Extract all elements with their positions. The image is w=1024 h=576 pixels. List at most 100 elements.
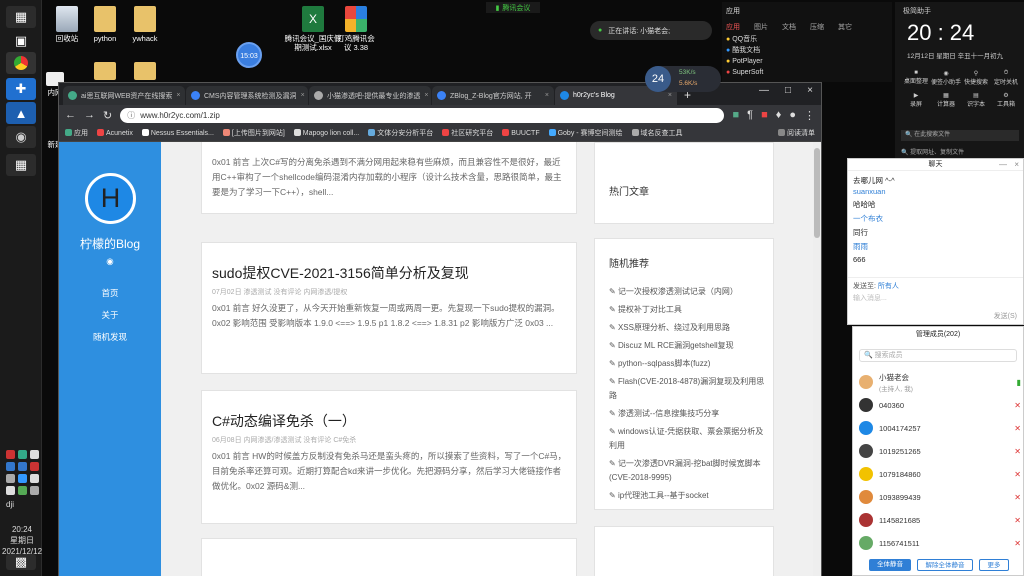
minimize-icon[interactable]: — xyxy=(999,160,1007,169)
close-window-icon[interactable]: × xyxy=(807,85,813,96)
taskbar-clock[interactable]: 20:24 星期日 2021/12/12 xyxy=(2,524,42,557)
post-title[interactable]: sudo提权CVE-2021-3156简单分析及复现 xyxy=(212,263,469,283)
speaking-indicator[interactable]: ● 正在讲话: 小猫老会; xyxy=(590,21,712,40)
browser-tab[interactable]: 小猫渗透吧-提供最专业的渗透 × xyxy=(309,86,431,105)
tool-button[interactable]: ■ 桌面整理 xyxy=(901,70,931,86)
close-tab-icon[interactable]: × xyxy=(424,92,428,99)
reload-icon[interactable]: ↻ xyxy=(103,109,112,122)
tool-button[interactable]: ▶ 录屏 xyxy=(901,92,931,108)
mic-muted-icon[interactable]: ✕ xyxy=(1014,539,1021,548)
browser-tab[interactable]: ZBlog_Z-Blog官方网站, 开 × xyxy=(432,86,554,105)
category-tab[interactable]: 文档 xyxy=(782,22,796,32)
start-menu-icon[interactable]: ▦ xyxy=(6,6,36,28)
minimize-icon[interactable]: — xyxy=(759,85,769,96)
extension-icon-1[interactable]: ■ xyxy=(732,109,739,121)
tool-button[interactable]: ◉ 便签小助手 xyxy=(931,70,961,86)
mic-muted-icon[interactable]: ✕ xyxy=(1014,401,1021,410)
random-item[interactable]: ✎ windows认证-凭据获取、票会票据分析及利用 xyxy=(609,425,769,453)
mic-muted-icon[interactable]: ✕ xyxy=(1014,447,1021,456)
extension-icon-2[interactable]: ¶ xyxy=(747,109,753,121)
random-item[interactable]: ✎ Discuz ML RCE漏洞getshell复现 xyxy=(609,339,769,353)
mute-all-button[interactable]: 全体静音 xyxy=(869,559,911,571)
tray-icon-10[interactable] xyxy=(6,486,15,495)
desktop-icon-tencent-meeting[interactable]: 打鸡腾讯会议 3.38 xyxy=(334,6,378,52)
desktop-icon-folder-3[interactable] xyxy=(120,62,170,82)
bookmark-item[interactable]: Nessus Essentials... xyxy=(141,129,214,137)
member-row[interactable]: 小猫老会 (主持人, 我) ▮ xyxy=(859,369,1021,395)
app-list-item[interactable]: ● PotPlayer xyxy=(726,56,763,67)
member-row[interactable]: 1079184860 ✕ xyxy=(859,464,1021,484)
mic-muted-icon[interactable]: ✕ xyxy=(1014,516,1021,525)
unmute-all-button[interactable]: 解除全体静音 xyxy=(917,559,973,571)
random-item[interactable]: ✎ XSS原理分析、绕过及利用思路 xyxy=(609,321,769,335)
mic-on-icon[interactable]: ▮ xyxy=(1017,378,1021,387)
random-item[interactable]: ✎ python--sqlpass脚本(fuzz) xyxy=(609,357,769,371)
category-tab[interactable]: 应用 xyxy=(726,22,740,32)
maximize-icon[interactable]: □ xyxy=(785,85,791,96)
desktop-icon-ywhack[interactable]: ywhack xyxy=(120,6,170,43)
profile-avatar-icon[interactable]: ● xyxy=(789,109,796,121)
blog-avatar[interactable]: H xyxy=(85,173,136,224)
bookmark-item[interactable]: BUUCTF xyxy=(502,129,540,137)
mic-muted-icon[interactable]: ✕ xyxy=(1014,424,1021,433)
chrome-icon[interactable] xyxy=(6,52,36,74)
ime-indicator[interactable]: dji xyxy=(6,500,14,509)
close-icon[interactable]: × xyxy=(1014,160,1019,169)
mic-muted-icon[interactable]: ✕ xyxy=(1014,470,1021,479)
chat-input[interactable]: 输入消息... xyxy=(853,293,887,303)
bookmark-item[interactable]: Mapogo lion coll... xyxy=(293,129,359,137)
send-to-select[interactable]: 所有人 xyxy=(878,283,899,290)
member-row[interactable]: 1145821685 ✕ xyxy=(859,510,1021,530)
bookmark-item[interactable]: [上传图片到网站] xyxy=(222,128,285,138)
mic-muted-icon[interactable]: ✕ xyxy=(1014,493,1021,502)
member-row[interactable]: 040360 ✕ xyxy=(859,395,1021,415)
tray-icon-12[interactable] xyxy=(30,486,39,495)
tray-icon-5[interactable] xyxy=(18,462,27,471)
tool-button[interactable]: ▦ 计算器 xyxy=(931,92,961,108)
member-search-input[interactable]: 🔍 搜索成员 xyxy=(859,349,1017,362)
nav-about[interactable]: 关于 xyxy=(59,309,161,321)
bookmark-item[interactable]: 域名反查工具 xyxy=(631,128,683,138)
rss-icon[interactable]: ◉ xyxy=(59,256,161,267)
app-list-item[interactable]: ● QQ音乐 xyxy=(726,34,763,45)
member-row[interactable]: 1019251265 ✕ xyxy=(859,441,1021,461)
assistant-search-input[interactable]: 🔍 在此搜索文件 xyxy=(901,130,1019,141)
tray-icon-4[interactable] xyxy=(6,462,15,471)
random-item[interactable]: ✎ 记一次渗透DVR漏洞-挖bat脚时候宽脚本(CVE-2018-9995) xyxy=(609,457,769,485)
member-row[interactable]: 1093899439 ✕ xyxy=(859,487,1021,507)
bookmark-item[interactable]: 应用 xyxy=(65,128,88,138)
more-button[interactable]: 更多 xyxy=(979,559,1009,571)
extension-icon-3[interactable]: ■ xyxy=(761,109,768,121)
browser-tab[interactable]: CMS内容管理系统检测及漏洞 × xyxy=(186,86,308,105)
random-item[interactable]: ✎ 提权补丁对比工具 xyxy=(609,303,769,317)
close-tab-icon[interactable]: × xyxy=(176,92,180,99)
bookmark-item[interactable]: 文体分安分析平台 xyxy=(368,128,433,138)
tool-button[interactable]: ▤ 识字本 xyxy=(961,92,991,108)
app-icon-blue-2[interactable]: ▲ xyxy=(6,102,36,124)
tray-icon-2[interactable] xyxy=(18,450,27,459)
app-icon-4[interactable]: ▦ xyxy=(6,154,36,176)
tray-icon-7[interactable] xyxy=(6,474,15,483)
random-item[interactable]: ✎ Flash(CVE-2018-4878)漏洞复现及利用思路 xyxy=(609,375,769,403)
app-list-item[interactable]: ● SuperSoft xyxy=(726,67,763,78)
app-icon-3[interactable]: ◉ xyxy=(6,126,36,148)
member-row[interactable]: 1156741511 ✕ xyxy=(859,533,1021,553)
app-list-item[interactable]: ● 酷我文档 xyxy=(726,45,763,56)
close-tab-icon[interactable]: × xyxy=(301,92,305,99)
forward-icon[interactable]: → xyxy=(84,109,95,121)
tray-icon-11[interactable] xyxy=(18,486,27,495)
page-scrollbar[interactable] xyxy=(813,142,821,576)
tray-icon-6[interactable] xyxy=(30,462,39,471)
browser-tab[interactable]: ai思互联网WEB资产在线搜索 × xyxy=(63,86,185,105)
post-title[interactable]: C#动态编译免杀（一） xyxy=(212,411,356,431)
floating-timer-badge[interactable]: 15:03 xyxy=(236,42,262,68)
taskview-icon[interactable]: ▣ xyxy=(6,30,36,52)
category-tab[interactable]: 其它 xyxy=(838,22,852,32)
app-icon-blue-1[interactable]: ✚ xyxy=(6,78,36,100)
screen-share-indicator[interactable]: ▮ 腾讯会议 xyxy=(486,2,540,13)
tool-button[interactable]: ⚲ 快捷搜索 xyxy=(961,70,991,86)
tray-icon-1[interactable] xyxy=(6,450,15,459)
category-tab[interactable]: 压缩 xyxy=(810,22,824,32)
network-usage-circle[interactable]: 24 xyxy=(645,66,671,92)
nav-random[interactable]: 随机发现 xyxy=(59,331,161,343)
